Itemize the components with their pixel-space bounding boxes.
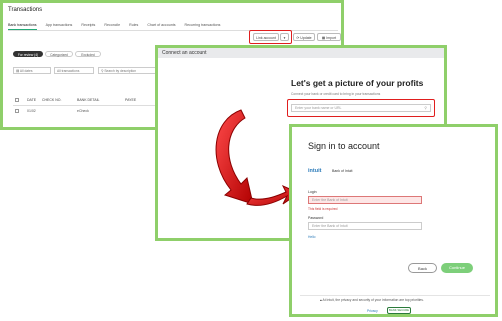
search-icon: ⚲ bbox=[424, 106, 427, 110]
sign-in-window: Sign in to account intuit Bank of Intuit… bbox=[289, 124, 498, 317]
window-title: Connect an account bbox=[158, 48, 444, 58]
filter-excluded[interactable]: Excluded bbox=[75, 51, 101, 57]
divider bbox=[300, 295, 490, 296]
tab-bank-transactions[interactable]: Bank transactions bbox=[8, 21, 37, 30]
chevron-down-icon: ▾ bbox=[283, 36, 286, 40]
column-check-no[interactable]: CHECK NO. bbox=[42, 96, 61, 105]
password-label: Password bbox=[308, 216, 324, 220]
transactions-select[interactable]: All transactions bbox=[54, 67, 94, 74]
row-bank-detail: eCheck bbox=[77, 109, 89, 113]
privacy-statement: 🔒︎ At Intuit, the privacy and security o… bbox=[320, 298, 424, 302]
login-label: Login bbox=[308, 190, 317, 194]
bank-search-input[interactable]: Enter your bank name or URL ⚲ bbox=[291, 104, 431, 112]
update-button[interactable]: ⟳ Update bbox=[293, 33, 315, 41]
signin-heading: Sign in to account bbox=[308, 141, 380, 151]
security-badge: BANK SECURE bbox=[387, 307, 412, 314]
link-account-button[interactable]: Link account bbox=[253, 33, 279, 41]
intuit-logo: intuit bbox=[308, 168, 322, 174]
page-title: Transactions bbox=[8, 7, 43, 13]
continue-button[interactable]: Continue bbox=[441, 263, 473, 273]
login-error: This field is required bbox=[308, 207, 338, 211]
login-input[interactable]: Enter the Bank of Intuit bbox=[308, 196, 422, 204]
tab-app-transactions[interactable]: App transactions bbox=[46, 21, 73, 30]
tab-rules[interactable]: Rules bbox=[129, 21, 138, 30]
tab-reconcile[interactable]: Reconcile bbox=[104, 21, 120, 30]
link-account-dropdown[interactable]: ▾ bbox=[280, 33, 289, 41]
select-all-checkbox[interactable] bbox=[15, 98, 19, 102]
import-button[interactable]: ▦ Import bbox=[317, 33, 341, 41]
tab-receipts[interactable]: Receipts bbox=[81, 21, 95, 30]
tab-chart-of-accounts[interactable]: Chart of accounts bbox=[147, 21, 175, 30]
row-checkbox[interactable] bbox=[15, 109, 19, 113]
password-input[interactable]: Enter the Bank of Intuit bbox=[308, 222, 422, 230]
help-link[interactable]: Hello bbox=[308, 235, 316, 239]
column-date[interactable]: DATE bbox=[27, 96, 36, 105]
back-button[interactable]: Back bbox=[408, 263, 437, 273]
row-date: 01/02 bbox=[27, 109, 36, 113]
column-bank-detail[interactable]: BANK DETAIL bbox=[77, 96, 100, 105]
bank-name: Bank of Intuit bbox=[332, 169, 353, 173]
tab-recurring-transactions[interactable]: Recurring transactions bbox=[185, 21, 221, 30]
date-select[interactable]: ▤ All dates bbox=[13, 67, 51, 74]
search-input[interactable]: ⚲ Search by description bbox=[98, 67, 158, 74]
filter-categorized[interactable]: Categorized bbox=[45, 51, 73, 57]
column-payee[interactable]: PAYEE bbox=[125, 96, 136, 105]
filter-for-review[interactable]: For review (4) bbox=[13, 51, 43, 57]
privacy-link[interactable]: Privacy bbox=[367, 309, 378, 313]
connect-heading: Let's get a picture of your profits bbox=[291, 78, 424, 88]
connect-subtitle: Connect your bank or credit card to brin… bbox=[291, 92, 381, 96]
